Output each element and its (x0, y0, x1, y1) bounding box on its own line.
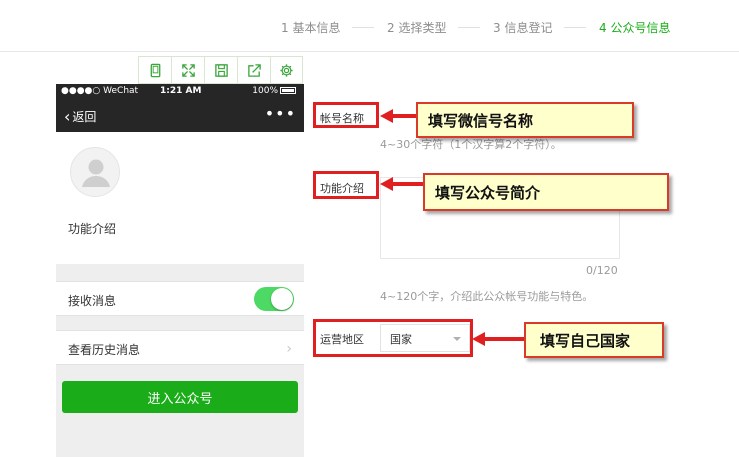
step-divider (458, 27, 480, 28)
save-button[interactable] (204, 56, 237, 84)
arrow-country-icon (472, 332, 525, 346)
preview-toolbar (138, 56, 304, 84)
more-icon[interactable]: ••• (265, 104, 296, 123)
step-account-info: 4 公众号信息 (599, 21, 671, 35)
callout-country: 填写自己国家 (524, 322, 664, 358)
step-choose-type: 2 选择类型 (387, 21, 447, 35)
history-messages-row[interactable]: 查看历史消息 › (56, 330, 304, 365)
enter-account-button[interactable]: 进入公众号 (62, 381, 298, 413)
chevron-right-icon: › (286, 341, 292, 357)
region-highlight (313, 319, 473, 357)
battery-percent: 100% (252, 86, 278, 96)
account-name-hint: 4~30个字符（1个汉字算2个字符）。 (380, 138, 562, 151)
callout-name: 填写微信号名称 (416, 102, 634, 138)
step-register-info: 3 信息登记 (493, 21, 553, 35)
callout-intro: 填写公众号简介 (423, 173, 669, 211)
battery-indicator: 100% (252, 86, 296, 96)
receive-messages-label: 接收消息 (68, 294, 117, 308)
history-messages-label: 查看历史消息 (68, 343, 141, 357)
arrow-intro-icon (380, 177, 425, 191)
clock: 1:21 AM (160, 86, 202, 96)
steps-header: 1 基本信息 2 选择类型 3 信息登记 4 公众号信息 (0, 0, 739, 52)
save-icon (214, 63, 228, 77)
receive-messages-toggle[interactable] (254, 287, 294, 311)
step-divider (352, 27, 374, 28)
intro-field-highlight (313, 171, 379, 199)
fullscreen-button[interactable] (171, 56, 204, 84)
account-name-highlight (313, 102, 379, 128)
chevron-left-icon: ‹ (64, 106, 71, 126)
back-label: 返回 (72, 110, 97, 124)
profile-card: 功能介绍 (56, 132, 304, 264)
back-button[interactable]: ‹ 返回 (64, 108, 96, 125)
share-button[interactable] (237, 56, 270, 84)
share-icon (247, 63, 261, 77)
settings-icon (280, 63, 293, 77)
intro-char-counter: 0/120 (586, 264, 618, 277)
fullscreen-icon (181, 63, 195, 77)
settings-button[interactable] (270, 56, 303, 84)
nav-bar: ‹ 返回 ••• (56, 100, 304, 132)
user-icon (82, 159, 110, 187)
phone-preview-button[interactable] (138, 56, 171, 84)
step-basic-info: 1 基本信息 (281, 21, 341, 35)
phone-icon (150, 63, 160, 77)
intro-hint: 4~120个字，介绍此公众帐号功能与特色。 (380, 290, 594, 303)
step-divider (564, 27, 586, 28)
intro-label: 功能介绍 (68, 222, 117, 236)
carrier-label: ●●●●○ WeChat (61, 86, 139, 96)
status-bar: ●●●●○ WeChat 1:21 AM 100% (56, 84, 304, 100)
arrow-name-icon (380, 109, 417, 123)
receive-messages-row: 接收消息 (56, 281, 304, 316)
avatar (70, 147, 120, 197)
phone-preview: ●●●●○ WeChat 1:21 AM 100% ‹ 返回 ••• 功能介绍 … (56, 84, 304, 457)
battery-icon (280, 87, 296, 94)
